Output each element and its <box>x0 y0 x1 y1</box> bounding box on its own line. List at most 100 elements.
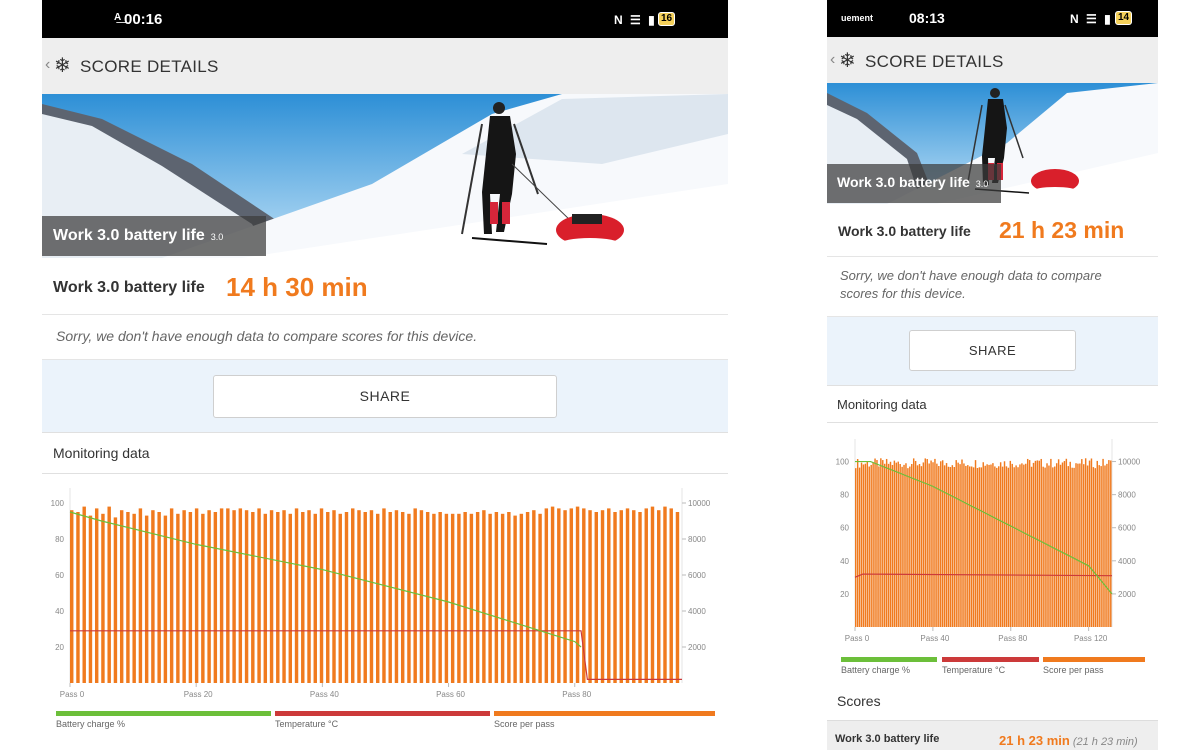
score-bar <box>976 467 979 627</box>
y-left-tick-label: 60 <box>840 524 849 533</box>
score-bar <box>862 464 865 627</box>
score-bar <box>945 463 948 627</box>
score-bar <box>1065 458 1068 627</box>
y-right-tick-label: 10000 <box>688 499 711 508</box>
legend-temperature: Temperature °C <box>275 711 490 729</box>
score-bar <box>88 515 93 683</box>
score-bar <box>188 512 193 683</box>
score-bar <box>1028 460 1031 627</box>
score-bar <box>301 512 305 683</box>
score-bar <box>1034 460 1037 627</box>
score-bar <box>868 466 870 627</box>
app-bar: ‹ ❄ SCORE DETAILS <box>42 38 728 94</box>
y-right-tick-label: 4000 <box>688 607 706 616</box>
score-bar <box>1092 467 1095 627</box>
score-bar <box>282 510 286 683</box>
score-bar <box>1023 464 1025 627</box>
hero-label-text: Work 3.0 battery life <box>837 174 970 190</box>
scores-header: Scores <box>827 683 1158 720</box>
back-chevron-icon[interactable]: ‹ <box>45 56 50 74</box>
score-bar <box>413 508 417 683</box>
score-bar <box>213 512 218 683</box>
score-bar <box>575 506 580 683</box>
score-bar <box>996 467 998 627</box>
score-bar <box>955 460 957 627</box>
score-bar <box>151 510 155 683</box>
y-left-tick-label: 100 <box>836 458 850 467</box>
score-bar <box>1003 461 1006 627</box>
status-bar: A͟ 00:16 N ☰ ▮ 16 <box>42 0 728 38</box>
score-bar <box>1077 463 1079 627</box>
share-button[interactable]: SHARE <box>909 330 1076 371</box>
score-bar <box>934 458 936 627</box>
score-bar <box>613 512 617 683</box>
score-bar <box>953 467 955 627</box>
score-bar <box>1073 467 1075 627</box>
score-bar <box>400 512 405 683</box>
score-bar <box>313 513 317 683</box>
score-bar <box>949 467 952 627</box>
score-bar <box>891 464 894 627</box>
score-bar <box>882 460 884 627</box>
score-bar <box>1108 460 1110 627</box>
score-bar <box>182 510 186 683</box>
score-bar <box>885 458 888 627</box>
phone-screen-right: uement 08:13 N ☰ ▮ 14 ‹ ❄ SCORE DETAILS <box>827 0 1158 750</box>
score-bar <box>1036 460 1039 627</box>
share-area: SHARE <box>827 317 1158 385</box>
monitoring-header: Monitoring data <box>42 432 728 474</box>
score-bar <box>157 512 161 683</box>
score-bar <box>988 464 990 627</box>
hero-version: 3.0 <box>210 232 224 242</box>
score-bar <box>119 510 124 683</box>
score-bar <box>965 465 967 627</box>
score-bar <box>351 508 355 683</box>
share-button[interactable]: SHARE <box>213 375 557 418</box>
battery-icon: 16 <box>658 12 676 26</box>
score-bar <box>144 515 149 683</box>
score-bar <box>912 458 915 627</box>
score-bar <box>244 510 249 683</box>
score-bar <box>338 513 342 683</box>
score-bar <box>126 512 130 683</box>
score-bar <box>941 460 944 627</box>
score-bar <box>909 466 911 627</box>
status-time: 08:13 <box>909 10 945 26</box>
score-bar <box>889 461 892 627</box>
score-bar <box>326 512 330 683</box>
hero-image: Work 3.0 battery life 3.0 <box>827 83 1158 204</box>
score-bar <box>970 466 973 627</box>
score-bar <box>70 510 74 683</box>
y-right-tick-label: 6000 <box>1118 524 1136 533</box>
score-bar <box>874 458 876 627</box>
score-bar <box>943 465 946 627</box>
score-row: Work 3.0 battery life 21 h 23 min <box>827 204 1158 257</box>
score-bar <box>876 460 878 627</box>
score-bar <box>918 464 921 627</box>
score-bar <box>107 506 111 683</box>
back-chevron-icon[interactable]: ‹ <box>830 51 835 69</box>
score-bar <box>532 510 536 683</box>
score-bar <box>969 466 971 627</box>
app-bar: ‹ ❄ SCORE DETAILS <box>827 37 1158 83</box>
score-bar <box>276 512 280 683</box>
scores-row[interactable]: Work 3.0 battery life 21 h 23 min (21 h 2… <box>827 720 1158 750</box>
score-bar <box>475 512 480 683</box>
score-bar <box>1025 463 1027 627</box>
score-bar <box>201 513 205 683</box>
compare-notice: Sorry, we don't have enough data to comp… <box>42 315 728 360</box>
score-bar <box>855 468 857 627</box>
score-bar <box>194 508 199 683</box>
score-bar <box>1001 466 1004 627</box>
score-bar <box>500 513 505 683</box>
y-right-tick-label: 8000 <box>688 535 706 544</box>
carrier-name: uement <box>841 13 874 23</box>
score-bar <box>1063 461 1066 627</box>
score-bar <box>1050 458 1052 627</box>
score-bar <box>967 465 969 627</box>
score-bar <box>507 512 511 683</box>
y-right-tick-label: 10000 <box>1118 458 1141 467</box>
score-bar <box>1071 467 1073 627</box>
score-bar <box>226 508 230 683</box>
score-bar <box>675 512 680 683</box>
